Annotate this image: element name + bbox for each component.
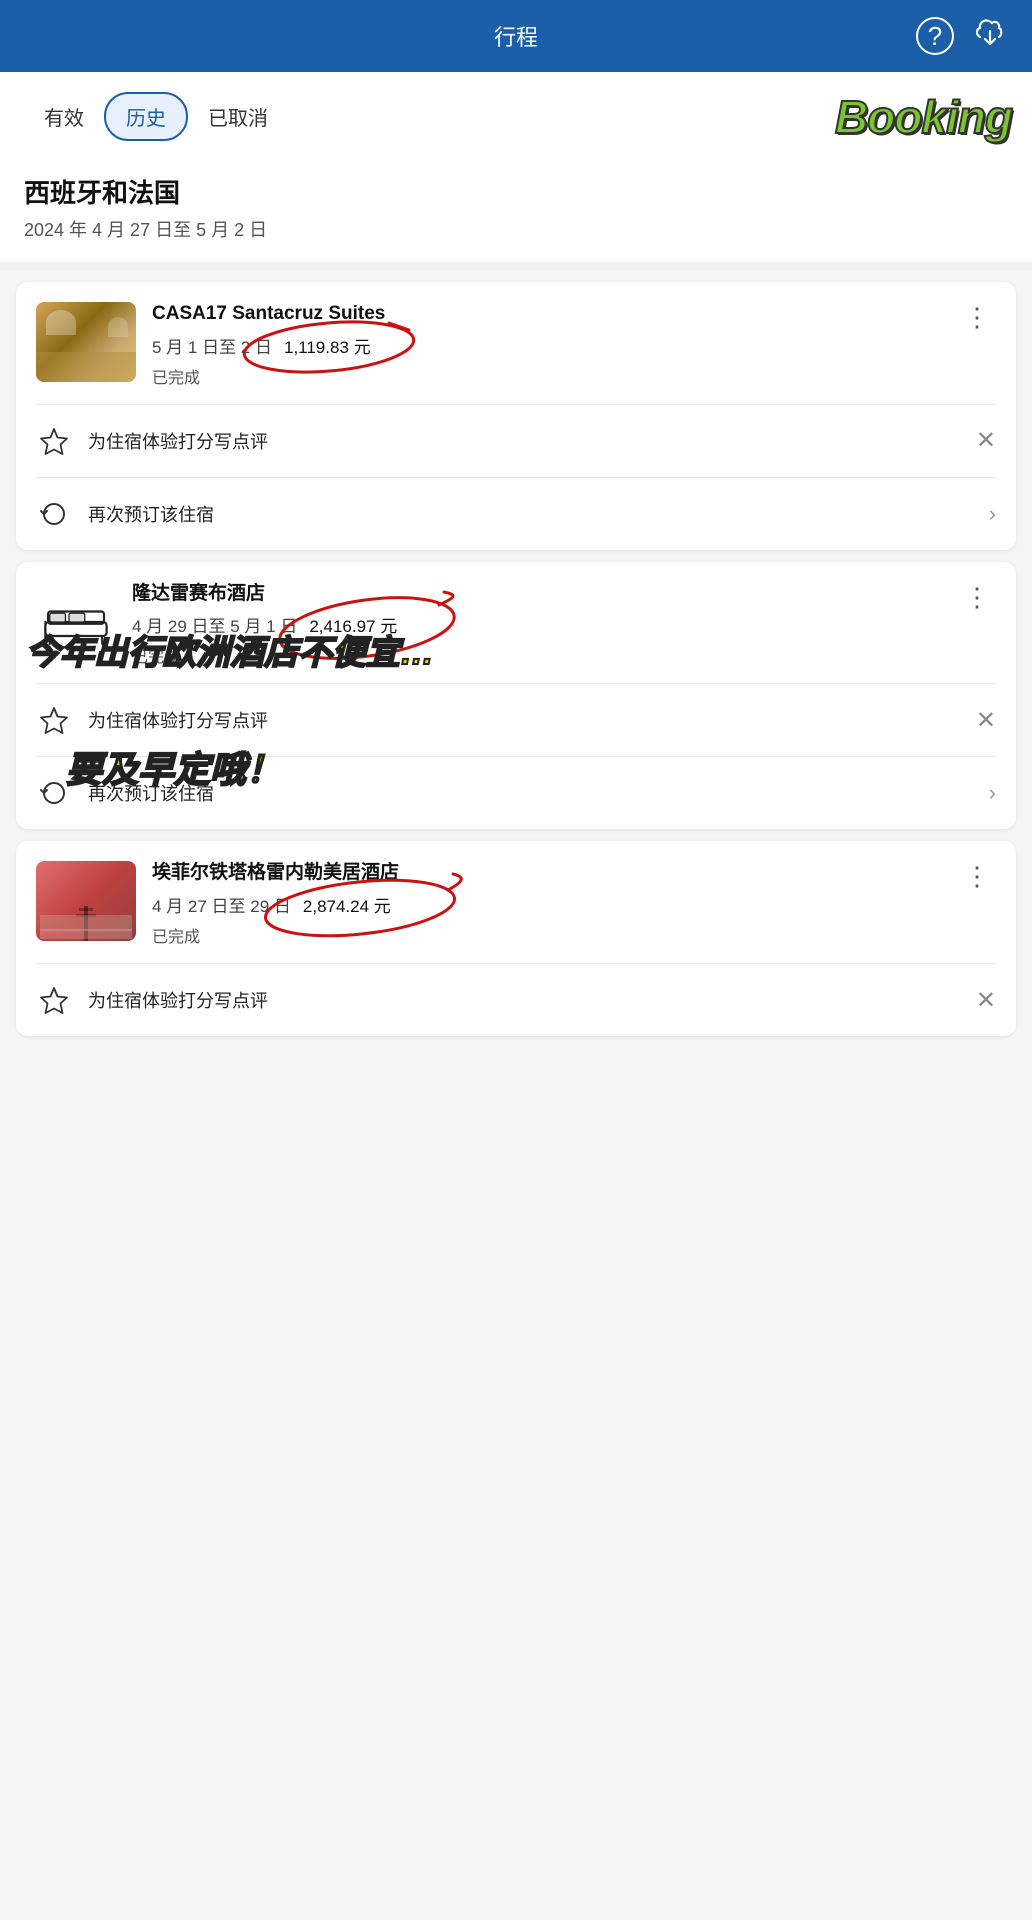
hotel-price-3: 2,874.24 元 bbox=[303, 892, 391, 917]
tab-cancelled[interactable]: 已取消 bbox=[188, 94, 288, 139]
hotel-image-1 bbox=[36, 302, 136, 382]
more-button-2[interactable]: ⋮ bbox=[960, 582, 996, 613]
review-label-2: 为住宿体验打分写点评 bbox=[88, 707, 976, 733]
rebook-label-1: 再次预订该住宿 bbox=[88, 501, 989, 527]
review-label-3: 为住宿体验打分写点评 bbox=[88, 987, 976, 1013]
hotel-image-3 bbox=[36, 861, 136, 941]
hotel-status-1: 已完成 bbox=[152, 364, 960, 388]
tab-valid[interactable]: 有效 bbox=[24, 94, 104, 139]
header-title: 行程 bbox=[494, 20, 538, 52]
hotel-name-1: CASA17 Santacruz Suites bbox=[152, 302, 960, 327]
hotel-info-3: 埃菲尔铁塔格雷内勒美居酒店 4 月 27 日至 29 日 2,874.24 元 … bbox=[152, 861, 960, 947]
hotel-dates-1: 5 月 1 日至 2 日 bbox=[152, 333, 272, 358]
booking-card-3: 埃菲尔铁塔格雷内勒美居酒店 4 月 27 日至 29 日 2,874.24 元 … bbox=[16, 841, 1016, 1036]
hotel-dates-price-3: 4 月 27 日至 29 日 2,874.24 元 bbox=[152, 892, 960, 917]
overlay-text-2: 要及早定哦！ bbox=[66, 748, 282, 791]
review-action-2[interactable]: 为住宿体验打分写点评 ✕ bbox=[16, 684, 1016, 756]
app-header: 行程 ? bbox=[0, 0, 1032, 72]
booking-section-3: 埃菲尔铁塔格雷内勒美居酒店 4 月 27 日至 29 日 2,874.24 元 … bbox=[0, 841, 1032, 1036]
tabs-bar: 有效 历史 已取消 Booking bbox=[0, 72, 1032, 157]
booking-row-1[interactable]: CASA17 Santacruz Suites 5 月 1 日至 2 日 1,1… bbox=[16, 282, 1016, 404]
star-icon-3 bbox=[36, 982, 72, 1018]
tab-history[interactable]: 历史 bbox=[104, 92, 188, 141]
hotel-info-1: CASA17 Santacruz Suites 5 月 1 日至 2 日 1,1… bbox=[152, 302, 960, 388]
rebook-action-1[interactable]: 再次预订该住宿 › bbox=[16, 478, 1016, 550]
booking-card-2: 隆达雷赛布酒店 4 月 29 日至 5 月 1 日 2,416.97 元 已完成… bbox=[16, 562, 1016, 830]
more-button-3[interactable]: ⋮ bbox=[960, 861, 996, 892]
hotel-name-2: 隆达雷赛布酒店 bbox=[132, 582, 960, 607]
chevron-right-2: › bbox=[989, 780, 996, 806]
close-review-1[interactable]: ✕ bbox=[976, 426, 996, 455]
more-button-1[interactable]: ⋮ bbox=[960, 302, 996, 333]
download-icon[interactable] bbox=[972, 15, 1008, 58]
refresh-icon-1 bbox=[36, 496, 72, 532]
header-icons: ? bbox=[916, 15, 1008, 58]
review-action-1[interactable]: 为住宿体验打分写点评 ✕ bbox=[16, 405, 1016, 477]
hotel-status-3: 已完成 bbox=[152, 923, 960, 947]
hotel-dates-price-1: 5 月 1 日至 2 日 1,119.83 元 bbox=[152, 333, 960, 358]
trip-header: 西班牙和法国 2024 年 4 月 27 日至 5 月 2 日 bbox=[0, 157, 1032, 262]
close-review-3[interactable]: ✕ bbox=[976, 986, 996, 1015]
overlay-section: 今年出行欧洲酒店不便宜… 为住宿体验打分写点评 ✕ bbox=[16, 683, 1016, 756]
star-icon-2 bbox=[36, 702, 72, 738]
booking-card-1: CASA17 Santacruz Suites 5 月 1 日至 2 日 1,1… bbox=[16, 282, 1016, 550]
hotel-dates-3: 4 月 27 日至 29 日 bbox=[152, 892, 291, 917]
booking-logo: Booking bbox=[835, 90, 1012, 144]
chevron-right-1: › bbox=[989, 501, 996, 527]
booking-section-2: 隆达雷赛布酒店 4 月 29 日至 5 月 1 日 2,416.97 元 已完成… bbox=[0, 562, 1032, 830]
hotel-name-3: 埃菲尔铁塔格雷内勒美居酒店 bbox=[152, 861, 960, 886]
trip-dates: 2024 年 4 月 27 日至 5 月 2 日 bbox=[24, 216, 1008, 242]
booking-row-3[interactable]: 埃菲尔铁塔格雷内勒美居酒店 4 月 27 日至 29 日 2,874.24 元 … bbox=[16, 841, 1016, 963]
trip-title: 西班牙和法国 bbox=[24, 173, 1008, 210]
help-icon[interactable]: ? bbox=[916, 17, 954, 55]
close-review-2[interactable]: ✕ bbox=[976, 706, 996, 735]
review-label-1: 为住宿体验打分写点评 bbox=[88, 428, 976, 454]
hotel-price-1: 1,119.83 元 bbox=[284, 333, 371, 358]
review-action-3[interactable]: 为住宿体验打分写点评 ✕ bbox=[16, 964, 1016, 1036]
overlay-text-1: 今年出行欧洲酒店不便宜… bbox=[26, 633, 434, 674]
star-icon-1 bbox=[36, 423, 72, 459]
